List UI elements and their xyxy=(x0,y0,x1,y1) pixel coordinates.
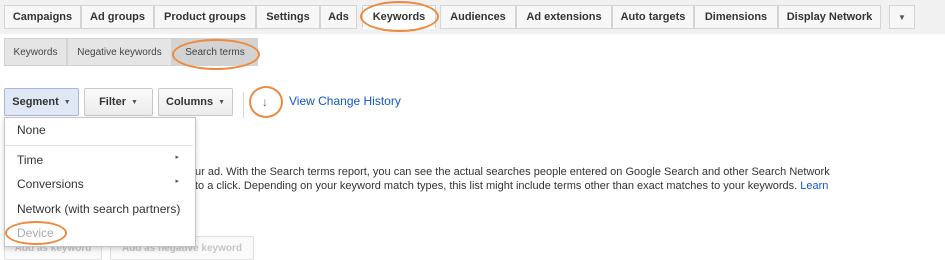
segment-option-device[interactable]: Device xyxy=(17,226,54,240)
sub-tab-bar: Keywords Negative keywords Search terms xyxy=(0,34,945,71)
segment-option-none[interactable]: None xyxy=(17,123,46,137)
tab-product-groups[interactable]: Product groups xyxy=(154,5,256,29)
segment-option-time[interactable]: Time ▸ xyxy=(17,153,185,167)
more-tabs-dropdown-icon[interactable]: ▼ xyxy=(889,5,915,29)
segment-option-conversions[interactable]: Conversions ▸ xyxy=(17,177,185,191)
download-button[interactable]: ↓ xyxy=(253,90,277,114)
search-terms-description-line1: ur ad. With the Search terms report, you… xyxy=(195,166,830,178)
subtab-keywords[interactable]: Keywords xyxy=(4,38,67,66)
subtab-negative-keywords[interactable]: Negative keywords xyxy=(67,38,172,66)
tab-ads[interactable]: Ads xyxy=(320,5,357,29)
menu-divider xyxy=(5,145,193,146)
segment-button[interactable]: Segment ▼ xyxy=(4,88,79,116)
submenu-arrow-icon: ▸ xyxy=(175,154,179,161)
menu-item-label: Time xyxy=(17,153,44,167)
submenu-arrow-icon: ▸ xyxy=(175,178,179,185)
segment-dropdown-menu: None Time ▸ Conversions ▸ Network (with … xyxy=(4,117,196,247)
menu-item-label: Conversions xyxy=(17,177,84,191)
search-terms-description-line2: to a click. Depending on your keyword ma… xyxy=(195,180,828,192)
download-icon: ↓ xyxy=(262,95,268,109)
chevron-down-icon: ▼ xyxy=(63,98,71,106)
tab-campaigns[interactable]: Campaigns xyxy=(4,5,81,29)
segment-option-network[interactable]: Network (with search partners) xyxy=(17,202,180,216)
description-text: to a click. Depending on your keyword ma… xyxy=(195,180,798,192)
filter-button[interactable]: Filter ▼ xyxy=(84,88,153,116)
top-tab-bar: Campaigns Ad groups Product groups Setti… xyxy=(0,0,945,34)
columns-button[interactable]: Columns ▼ xyxy=(158,88,233,116)
tab-keywords[interactable]: Keywords xyxy=(362,5,436,29)
tab-ad-groups[interactable]: Ad groups xyxy=(81,5,154,29)
tab-dimensions[interactable]: Dimensions xyxy=(694,5,778,29)
tab-audiences[interactable]: Audiences xyxy=(440,5,516,29)
columns-label: Columns xyxy=(166,96,214,108)
tab-settings[interactable]: Settings xyxy=(256,5,320,29)
tab-ad-extensions[interactable]: Ad extensions xyxy=(516,5,612,29)
subtab-search-terms[interactable]: Search terms xyxy=(172,38,258,66)
filter-label: Filter xyxy=(99,96,126,108)
learn-more-link[interactable]: Learn xyxy=(800,180,828,192)
toolbar-divider xyxy=(243,92,244,118)
view-change-history-link[interactable]: View Change History xyxy=(289,94,401,108)
chevron-down-icon: ▼ xyxy=(218,98,225,106)
segment-label: Segment xyxy=(12,96,59,108)
tab-auto-targets[interactable]: Auto targets xyxy=(612,5,694,29)
chevron-down-icon: ▼ xyxy=(130,98,138,106)
tab-display-network[interactable]: Display Network xyxy=(778,5,881,29)
